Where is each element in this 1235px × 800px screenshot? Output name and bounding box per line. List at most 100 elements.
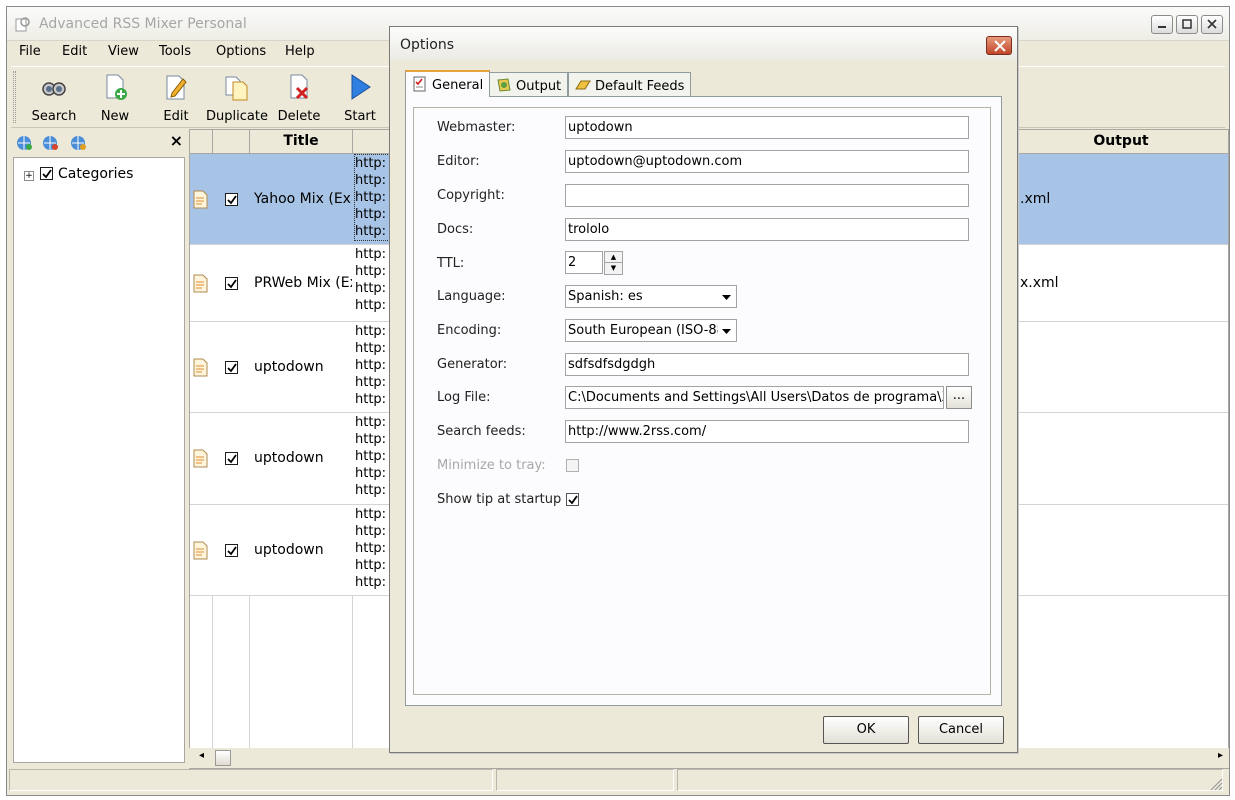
browse-button[interactable]: ... — [946, 386, 972, 409]
duplicate-button[interactable]: Duplicate — [205, 73, 269, 124]
generator-label: Generator: — [437, 357, 508, 372]
tab-default-feeds[interactable]: Default Feeds — [568, 72, 692, 96]
cancel-button[interactable]: Cancel — [918, 716, 1004, 744]
close-icon — [1207, 19, 1217, 29]
feed-url: http: — [355, 173, 387, 188]
menu-help[interactable]: Help — [285, 44, 315, 59]
status-pane-3 — [677, 769, 1223, 791]
new-document-icon — [106, 74, 127, 100]
row-enabled-checkbox[interactable] — [225, 544, 238, 557]
resize-grip-icon[interactable] — [1209, 777, 1223, 791]
chevron-down-icon[interactable] — [718, 287, 735, 306]
globe-edit-icon[interactable] — [41, 135, 59, 151]
row-enabled-checkbox[interactable] — [225, 193, 238, 206]
search-label: Search — [31, 109, 77, 124]
scroll-left-arrow[interactable]: ◂ — [199, 750, 204, 761]
feed-url: http: — [355, 224, 387, 239]
webmaster-field[interactable]: uptodown — [565, 116, 969, 139]
row-enabled-checkbox[interactable] — [225, 452, 238, 465]
feed-url: http: — [355, 449, 387, 464]
ttl-spinner[interactable]: ▲ ▼ — [604, 251, 623, 275]
edit-button[interactable]: Edit — [144, 73, 208, 124]
new-button[interactable]: New — [83, 73, 147, 124]
checkmark-icon — [568, 495, 578, 505]
tab-output[interactable]: Output — [489, 72, 569, 96]
category-tree: + Categories — [13, 157, 185, 763]
row-feed-urls: http: http: http: http: http: — [355, 506, 391, 591]
feed-url: http: — [355, 466, 387, 481]
search-feeds-field[interactable]: http://www.2rss.com/ — [565, 420, 969, 443]
search-feeds-label: Search feeds: — [437, 424, 526, 439]
column-header-check[interactable] — [213, 130, 250, 154]
menu-tools[interactable]: Tools — [159, 44, 191, 59]
webmaster-label: Webmaster: — [437, 120, 516, 135]
checklist-icon — [413, 76, 426, 92]
show-tip-checkbox[interactable] — [566, 493, 579, 506]
close-window-button[interactable] — [1201, 15, 1223, 34]
tree-node-label[interactable]: Categories — [58, 166, 133, 182]
editor-field[interactable]: uptodown@uptodown.com — [565, 150, 969, 173]
search-button[interactable]: Search — [22, 73, 86, 124]
row-feed-urls: http: http: http: http: http: — [355, 414, 391, 499]
encoding-select[interactable]: South European (ISO-885 — [565, 319, 737, 342]
menu-file[interactable]: File — [19, 44, 41, 59]
app-icon — [15, 17, 30, 32]
status-pane-1 — [9, 769, 493, 791]
menu-options[interactable]: Options — [216, 44, 266, 59]
encoding-label: Encoding: — [437, 323, 502, 338]
row-enabled-checkbox[interactable] — [225, 361, 238, 374]
row-enabled-checkbox[interactable] — [225, 277, 238, 290]
minimize-to-tray-label: Minimize to tray: — [437, 458, 546, 473]
spin-up-icon[interactable]: ▲ — [605, 252, 622, 263]
dialog-close-button[interactable] — [986, 36, 1012, 55]
maximize-icon — [1182, 19, 1192, 29]
start-button[interactable]: Start — [328, 73, 392, 124]
delete-icon — [290, 74, 309, 100]
minimize-to-tray-checkbox[interactable] — [566, 459, 579, 472]
minimize-button[interactable] — [1151, 15, 1173, 34]
ok-button[interactable]: OK — [823, 716, 909, 744]
delete-button[interactable]: Delete — [267, 73, 331, 124]
feed-url: http: — [355, 558, 387, 573]
scroll-right-arrow[interactable]: ▸ — [1218, 750, 1223, 761]
globe-add-icon[interactable] — [15, 135, 33, 151]
toolbar-grip[interactable] — [13, 71, 16, 123]
spin-down-icon[interactable]: ▼ — [605, 263, 622, 274]
feed-url: http: — [355, 432, 387, 447]
maximize-button[interactable] — [1176, 15, 1198, 34]
close-panel-button[interactable]: × — [170, 131, 183, 150]
docs-field[interactable]: trololo — [565, 218, 969, 241]
minimize-icon — [1158, 26, 1166, 28]
menu-view[interactable]: View — [108, 44, 139, 59]
dialog-titlebar[interactable]: Options — [390, 27, 1017, 61]
encoding-value: South European (ISO-885 — [568, 323, 734, 338]
feed-url: http: — [355, 156, 387, 171]
tree-expand-toggle[interactable]: + — [24, 171, 34, 181]
feed-url: http: — [355, 207, 387, 222]
docs-label: Docs: — [437, 222, 474, 237]
globe-delete-icon[interactable] — [69, 135, 87, 151]
column-header-title[interactable]: Title — [250, 130, 353, 154]
default-feeds-icon — [575, 80, 591, 90]
column-header-icon[interactable] — [190, 130, 213, 154]
categories-checkbox[interactable] — [40, 167, 53, 180]
ttl-field[interactable]: 2 — [565, 251, 603, 274]
generator-field[interactable]: sdfsdfsdgdgh — [565, 353, 969, 376]
feed-url: http: — [355, 507, 387, 522]
feed-url: http: — [355, 415, 387, 430]
tab-general[interactable]: General — [405, 70, 491, 97]
scrollbar-thumb[interactable] — [215, 750, 231, 766]
row-title: Yahoo Mix (Example) — [254, 191, 352, 207]
column-header-output[interactable]: Output — [1013, 130, 1228, 154]
menu-edit[interactable]: Edit — [62, 44, 87, 59]
copyright-field[interactable] — [565, 184, 969, 207]
chevron-down-icon[interactable] — [718, 321, 735, 340]
feed-url: http: — [355, 298, 387, 313]
log-file-field[interactable]: C:\Documents and Settings\All Users\Dato… — [565, 386, 944, 409]
language-label: Language: — [437, 289, 506, 304]
row-feed-urls: http: http: http: http: — [355, 246, 391, 314]
window-title: Advanced RSS Mixer Personal — [39, 16, 247, 32]
language-select[interactable]: Spanish: es — [565, 285, 737, 308]
feed-url: http: — [355, 375, 387, 390]
duplicate-icon — [225, 76, 248, 101]
